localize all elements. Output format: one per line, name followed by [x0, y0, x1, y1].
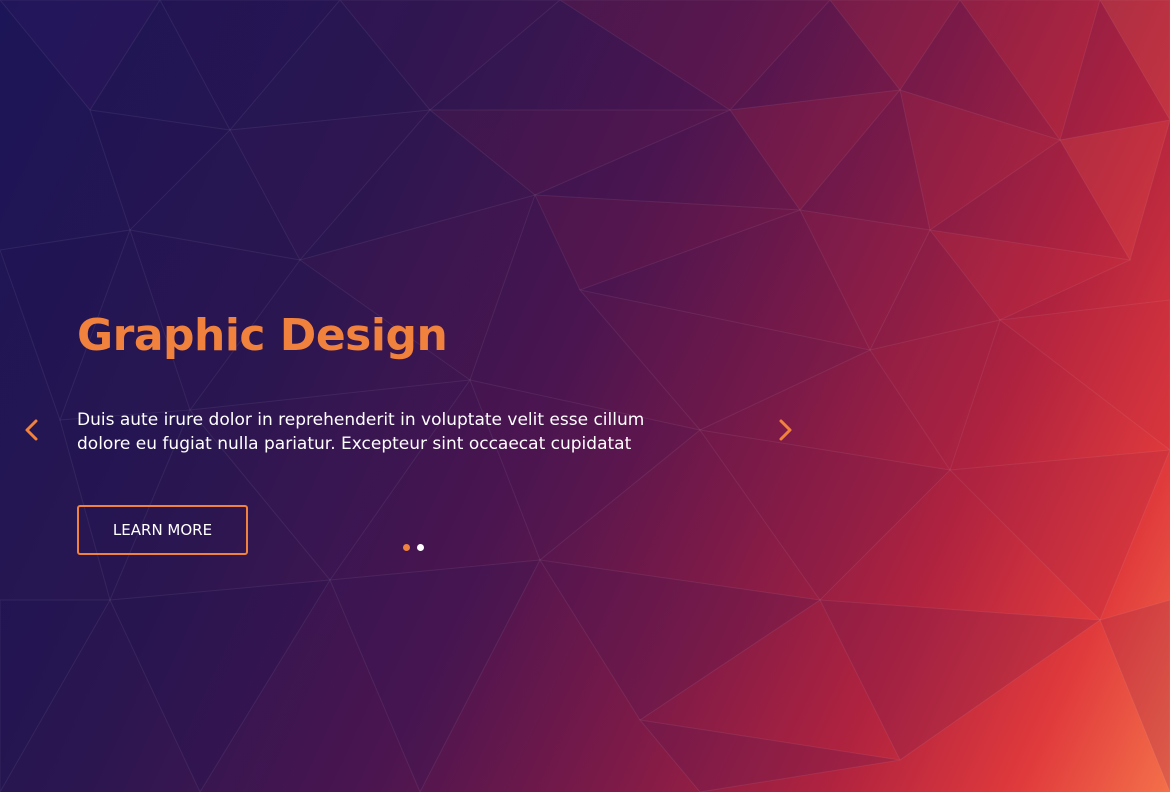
chevron-right-icon — [779, 419, 792, 441]
carousel-dot-1[interactable] — [403, 544, 410, 551]
prev-slide-button[interactable] — [18, 416, 46, 444]
learn-more-button[interactable]: LEARN MORE — [77, 505, 248, 555]
next-slide-button[interactable] — [771, 416, 799, 444]
low-poly-background — [0, 0, 1170, 792]
hero-slider: Graphic Design Duis aute irure dolor in … — [0, 0, 1170, 792]
carousel-dot-2[interactable] — [417, 544, 424, 551]
slide-description: Duis aute irure dolor in reprehenderit i… — [77, 408, 767, 456]
slide-description-line-2: dolore eu fugiat nulla pariatur. Excepte… — [77, 434, 632, 454]
slide-description-line-1: Duis aute irure dolor in reprehenderit i… — [77, 410, 645, 430]
carousel-indicators — [403, 544, 424, 551]
chevron-left-icon — [25, 419, 38, 441]
slide-title: Graphic Design — [77, 310, 448, 361]
